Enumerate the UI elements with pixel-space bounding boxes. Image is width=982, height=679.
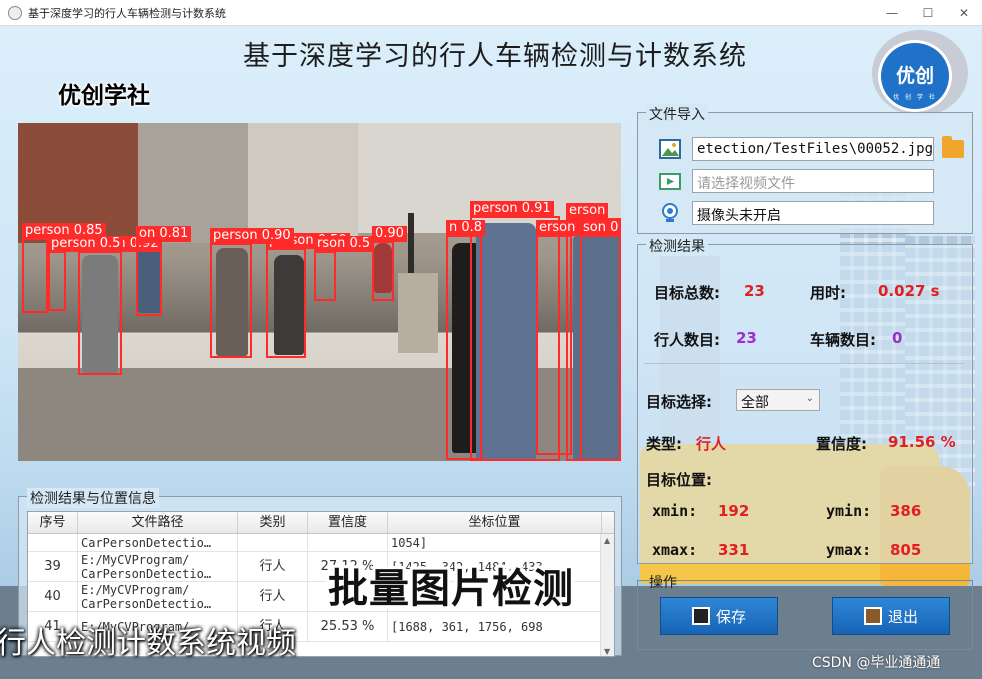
brand-logo: 优创优 创 学 社: [862, 30, 972, 116]
xmin-label: xmin:: [652, 502, 698, 520]
table-legend: 检测结果与位置信息: [27, 488, 159, 508]
app-title: 基于深度学习的行人车辆检测与计数系统: [243, 41, 747, 72]
scroll-down-icon[interactable]: ▼: [604, 647, 610, 656]
maximize-button[interactable]: ☐: [910, 0, 946, 26]
detection-box: 0.90: [372, 226, 407, 301]
operations-group: 操作 保存 退出: [637, 575, 973, 650]
position-label: 目标位置:: [646, 471, 712, 489]
overlay-caption-video: 行人检测计数系统视频: [0, 626, 296, 661]
detection-box: n 0.8: [446, 220, 486, 460]
camera-status-field[interactable]: 摄像头未开启: [692, 201, 934, 225]
column-header-class[interactable]: 类别: [238, 512, 308, 533]
detection-box: rson 0.5: [314, 236, 374, 301]
brand-label: 优创学社: [58, 83, 150, 109]
camera-icon[interactable]: [658, 202, 682, 224]
divider: [644, 363, 964, 364]
file-import-group: 文件导入 etection/TestFiles\00052.jpg 请选择视频文…: [637, 104, 973, 234]
save-button[interactable]: 保存: [660, 597, 778, 635]
video-icon[interactable]: [658, 170, 682, 192]
image-path-field[interactable]: etection/TestFiles\00052.jpg: [692, 137, 934, 161]
window-titlebar: 基于深度学习的行人车辆检测与计数系统 — ☐ ✕: [0, 0, 982, 26]
vehicle-count-value: 0: [892, 329, 903, 347]
type-label: 类型:: [646, 435, 682, 453]
detection-box: person 0.50: [266, 233, 350, 358]
xmin-value: 192: [718, 502, 750, 520]
column-header-path[interactable]: 文件路径: [78, 512, 238, 533]
time-value: 0.027 s: [878, 282, 940, 300]
image-row: etection/TestFiles\00052.jpg: [658, 136, 964, 161]
table-header: 序号 文件路径 类别 置信度 坐标位置: [28, 512, 614, 534]
app-client-area: 基于深度学习的行人车辆检测与计数系统 优创优 创 学 社 优创学社 person…: [0, 26, 982, 679]
video-row: 请选择视频文件: [658, 169, 934, 193]
xmax-value: 331: [718, 541, 750, 559]
table-scrollbar[interactable]: ▲ ▼: [600, 534, 614, 656]
detection-box: on 0.81: [136, 226, 192, 316]
target-select-dropdown[interactable]: 全部 ⌄: [736, 389, 820, 411]
chevron-down-icon: ⌄: [805, 393, 814, 404]
detection-box: son 0: [580, 220, 621, 461]
image-icon[interactable]: [658, 138, 682, 160]
window-title: 基于深度学习的行人车辆检测与计数系统: [28, 6, 226, 20]
overlay-caption-batch: 批量图片检测: [328, 566, 574, 612]
type-value: 行人: [696, 435, 727, 453]
ymin-value: 386: [890, 502, 922, 520]
xmax-label: xmax:: [652, 541, 698, 559]
scene-building: [248, 123, 358, 243]
detection-box: erson 0.80: [536, 220, 612, 455]
scroll-up-icon[interactable]: ▲: [604, 536, 610, 545]
watermark: CSDN @毕业通通通: [812, 655, 941, 671]
total-label: 目标总数:: [654, 284, 720, 302]
minimize-button[interactable]: —: [874, 0, 910, 26]
pedestrian-count-label: 行人数目:: [654, 331, 720, 349]
table-row[interactable]: CarPersonDetectio… 1054]: [28, 534, 614, 552]
detection-box: person 0.90: [210, 228, 294, 358]
results-legend: 检测结果: [646, 236, 708, 256]
target-select-label: 目标选择:: [646, 393, 712, 411]
close-button[interactable]: ✕: [946, 0, 982, 26]
time-label: 用时:: [810, 284, 846, 302]
column-header-confidence[interactable]: 置信度: [308, 512, 388, 533]
video-path-field[interactable]: 请选择视频文件: [692, 169, 934, 193]
ymax-value: 805: [890, 541, 922, 559]
exit-button[interactable]: 退出: [832, 597, 950, 635]
vehicle-count-label: 车辆数目:: [810, 331, 876, 349]
column-header-index[interactable]: 序号: [28, 512, 78, 533]
image-view: person 0.91 erson person 0.85 person 0.9…: [18, 123, 621, 461]
scene-building: [138, 123, 248, 243]
window-controls: — ☐ ✕: [874, 0, 982, 26]
exit-icon: [863, 607, 882, 625]
save-icon: [691, 607, 710, 625]
camera-row: 摄像头未开启: [658, 201, 934, 225]
operations-legend: 操作: [649, 575, 677, 591]
file-import-legend: 文件导入: [646, 104, 708, 124]
column-header-coords[interactable]: 坐标位置: [388, 512, 602, 533]
total-value: 23: [744, 282, 765, 300]
confidence-value: 91.56 %: [888, 433, 956, 451]
detection-box: person 0.5: [48, 236, 124, 311]
app-icon: [8, 5, 22, 20]
results-group: 检测结果 目标总数: 23 用时: 0.027 s 行人数目: 23 车辆数目:…: [637, 236, 973, 564]
detection-box: person 0.85: [22, 223, 106, 313]
confidence-label: 置信度:: [816, 435, 867, 453]
folder-icon[interactable]: [942, 136, 964, 158]
pedestrian-count-value: 23: [736, 329, 757, 347]
detection-box: person 0.92: [78, 236, 162, 375]
ymin-label: ymin:: [826, 502, 872, 520]
ymax-label: ymax:: [826, 541, 872, 559]
scene-statue: [398, 273, 438, 353]
